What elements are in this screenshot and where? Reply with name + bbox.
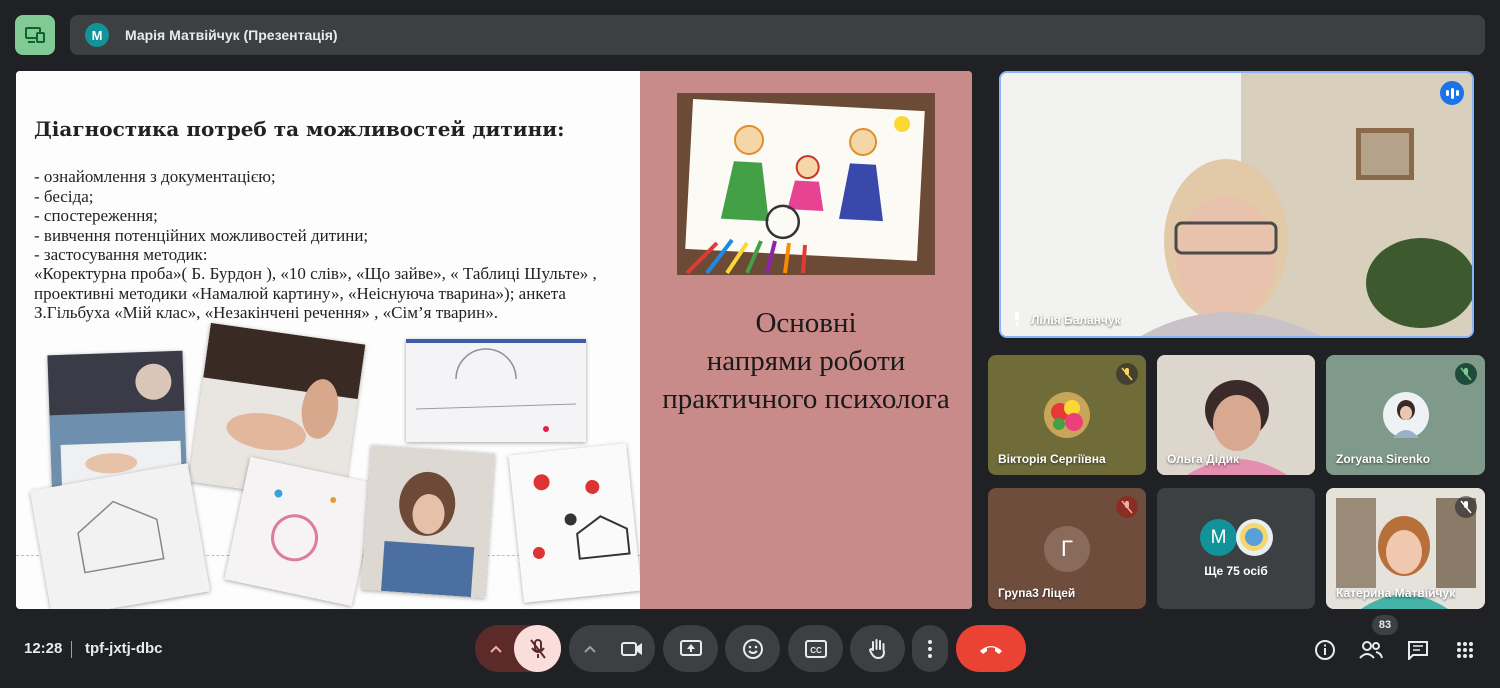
mic-control-group	[475, 625, 561, 672]
emoji-icon	[742, 638, 763, 659]
presenter-avatar: M	[85, 23, 109, 47]
photo-doodle-page	[508, 443, 642, 603]
apps-grid-icon	[1457, 642, 1473, 658]
present-button[interactable]	[663, 625, 718, 672]
meeting-code: tpf-jxtj-dbc	[85, 640, 163, 657]
clock-time: 12:28	[24, 640, 63, 657]
right-title-line: напрями роботи	[706, 345, 906, 377]
right-title-line: практичного психолога	[662, 383, 950, 415]
slide-left-panel: Діагностика потреб та можливостей дитини…	[16, 71, 642, 609]
camera-icon	[620, 641, 642, 656]
photo-house-sketch	[29, 463, 211, 609]
people-count-badge: 83	[1372, 615, 1398, 635]
participant-avatar	[1382, 392, 1429, 438]
mic-off-icon	[1455, 363, 1477, 385]
participant-name: Ольга Дідик	[1167, 452, 1240, 466]
present-screen-icon	[679, 639, 702, 656]
participant-name: Лілія Баланчук	[1031, 313, 1121, 327]
raise-hand-icon	[868, 638, 885, 659]
slide-right-title: Основні напрями роботи практичного психо…	[640, 304, 972, 418]
participant-name: Катерина Матвійчук	[1336, 586, 1456, 600]
shared-slide: Діагностика потреб та можливостей дитини…	[16, 71, 972, 609]
top-bar: M Марія Матвійчук (Презентація)	[0, 0, 1500, 70]
mic-toggle-button[interactable]	[514, 625, 561, 672]
slide-methods-text: «Коректурна проба»( Б. Бурдон ), «10 слі…	[34, 264, 597, 322]
svg-text:CC: CC	[810, 646, 822, 655]
activities-button[interactable]	[1452, 637, 1478, 663]
speaking-indicator-icon	[1440, 81, 1464, 105]
meeting-details-button[interactable]	[1312, 637, 1338, 663]
info-icon	[1315, 640, 1335, 660]
presenter-name: Марія Матвійчук (Презентація)	[125, 27, 338, 43]
participant-avatar	[1236, 519, 1273, 556]
photo-pink-drawing	[224, 456, 378, 607]
slide-list-item: - ознайомлення з документацією;	[34, 167, 276, 186]
chat-icon	[1408, 641, 1428, 660]
raise-hand-button[interactable]	[850, 625, 905, 672]
participant-avatar: Г	[1044, 525, 1090, 572]
presenter-bar: M Марія Матвійчук (Презентація)	[70, 15, 1485, 55]
captions-icon: CC	[804, 639, 827, 658]
chat-button[interactable]	[1405, 637, 1431, 663]
slide-list-item: - бесіда;	[34, 186, 94, 206]
captions-button[interactable]: CC	[788, 625, 843, 672]
divider	[71, 641, 72, 658]
people-icon	[1359, 641, 1383, 659]
slide-list-item: - застосування методик:	[34, 245, 208, 264]
bottom-bar: 12:28 tpf-jxtj-dbc CC 83	[0, 615, 1500, 688]
participant-name: Вікторія Сергіївна	[998, 452, 1106, 466]
participant-avatar	[1044, 392, 1090, 438]
more-options-button[interactable]	[912, 625, 948, 672]
mic-off-icon	[529, 638, 546, 659]
chevron-up-icon	[584, 645, 596, 653]
more-vert-icon	[928, 639, 932, 658]
slide-list: - ознайомлення з документацією; - бесіда…	[34, 167, 624, 265]
slide-list-item: - спостереження;	[34, 206, 158, 225]
more-participants-tile[interactable]: M Ще 75 осіб	[1157, 488, 1315, 609]
participant-tile[interactable]: Zoryana Sirenko	[1326, 355, 1485, 475]
hangup-icon	[980, 645, 1002, 654]
more-participants-label: Ще 75 осіб	[1204, 564, 1268, 578]
participant-tile[interactable]: Катерина Матвійчук	[1326, 488, 1485, 609]
participant-tile-main[interactable]: Лілія Баланчук	[999, 71, 1474, 338]
participant-tile[interactable]: Г Група3 Ліцей	[988, 488, 1146, 609]
right-title-line: Основні	[755, 307, 857, 339]
participant-tile[interactable]: Ольга Дідик	[1157, 355, 1315, 475]
slide-right-panel: Основні напрями роботи практичного психо…	[640, 71, 972, 609]
mic-options-button[interactable]	[475, 625, 517, 672]
participant-name: Група3 Ліцей	[998, 586, 1076, 600]
photo-sun-drawing	[406, 339, 586, 442]
presentation-icon[interactable]	[15, 15, 55, 55]
mic-off-icon	[1455, 496, 1477, 518]
reactions-button[interactable]	[725, 625, 780, 672]
camera-options-button[interactable]	[569, 625, 611, 672]
pin-icon[interactable]	[1011, 312, 1023, 326]
mic-off-icon	[1116, 496, 1138, 518]
leave-call-button[interactable]	[956, 625, 1026, 672]
slide-title: Діагностика потреб та можливостей дитини…	[34, 117, 565, 141]
participant-tile[interactable]: Вікторія Сергіївна	[988, 355, 1146, 475]
camera-control-group	[569, 625, 655, 672]
mic-off-icon	[1116, 363, 1138, 385]
family-drawing-image	[677, 93, 935, 275]
participant-avatar: M	[1200, 519, 1237, 556]
camera-toggle-button[interactable]	[608, 625, 655, 672]
photo-girl-drawing	[361, 444, 495, 599]
people-button[interactable]	[1358, 637, 1384, 663]
participant-name: Zoryana Sirenko	[1336, 452, 1431, 466]
chevron-up-icon	[490, 645, 502, 653]
slide-list-item: - вивчення потенційних можливостей дитин…	[34, 225, 369, 245]
